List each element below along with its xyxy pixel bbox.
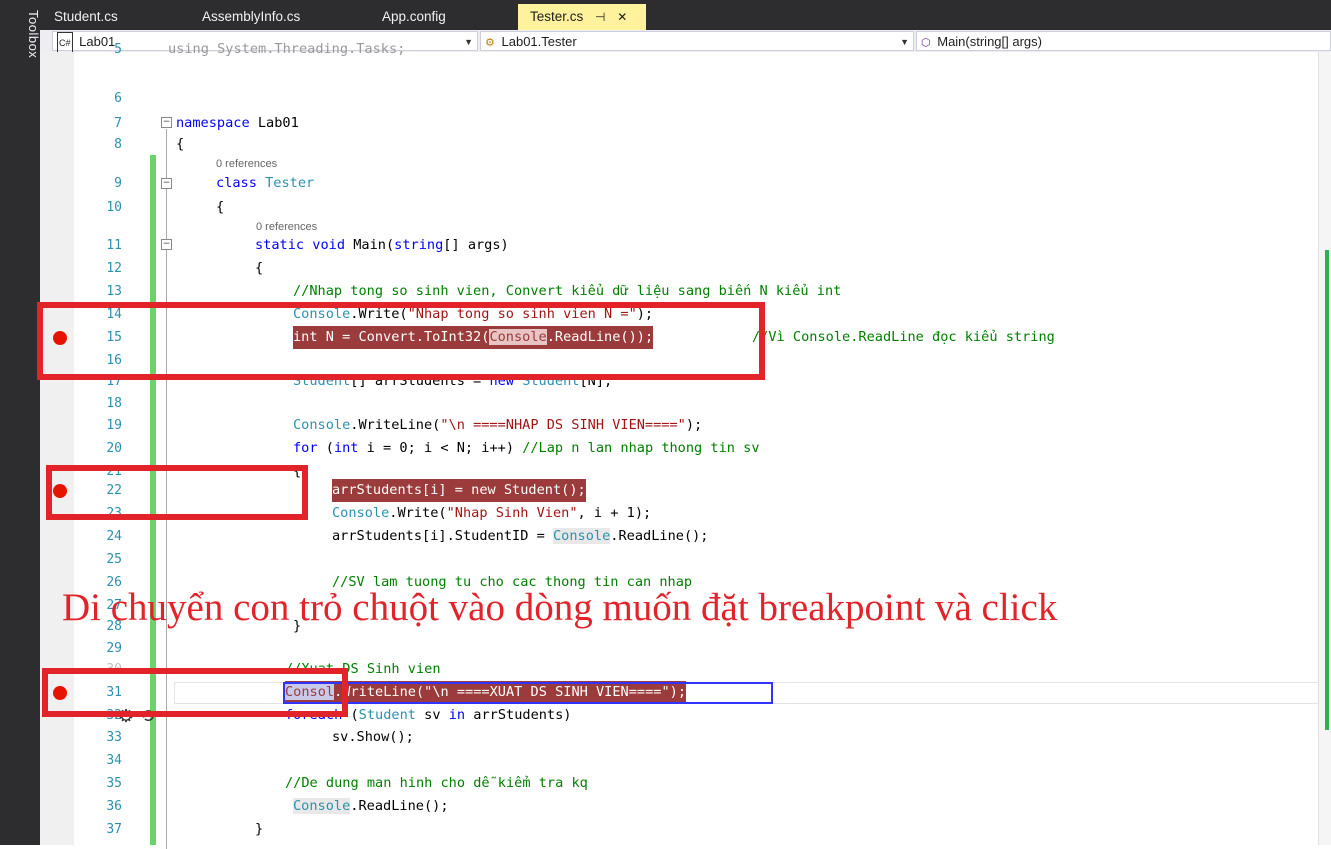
- code-line[interactable]: 18: [40, 392, 1320, 415]
- code-line[interactable]: 10 {: [40, 196, 1320, 219]
- close-icon[interactable]: ✕: [617, 4, 627, 30]
- code-editor[interactable]: − − − 5 using System.Threading.Tasks; 6 …: [40, 41, 1331, 849]
- code-lines: 5 using System.Threading.Tasks; 6 7 name…: [40, 41, 1331, 845]
- code-line[interactable]: 20 for (int i = 0; i < N; i++) //Lap n l…: [40, 437, 1320, 460]
- code-line[interactable]: 12 {: [40, 257, 1320, 280]
- tab-tester-cs[interactable]: Tester.cs ⊣ ✕: [518, 4, 646, 30]
- toolbox-panel[interactable]: Toolbox: [12, 0, 41, 845]
- code-line[interactable]: 33 sv.Show();: [40, 726, 1320, 749]
- code-line[interactable]: 19 Console.WriteLine("\n ====NHAP DS SIN…: [40, 414, 1320, 437]
- window-border: [0, 0, 12, 845]
- toolbox-label[interactable]: Toolbox: [26, 10, 41, 58]
- code-line[interactable]: 29: [40, 637, 1320, 660]
- vertical-scrollbar[interactable]: [1318, 52, 1331, 845]
- code-line[interactable]: 7 namespace Lab01: [40, 112, 1320, 135]
- code-line[interactable]: 34: [40, 749, 1320, 772]
- pin-icon[interactable]: ⊣: [595, 4, 605, 30]
- code-line[interactable]: 36 Console.ReadLine();: [40, 795, 1320, 818]
- code-line[interactable]: 5 using System.Threading.Tasks;: [40, 38, 1320, 61]
- code-line[interactable]: 11 static void Main(string[] args): [40, 234, 1320, 257]
- annotation-box-line31: [42, 668, 348, 717]
- tab-assemblyinfo-cs[interactable]: AssemblyInfo.cs: [190, 4, 312, 30]
- scrollbar-change-marker: [1325, 250, 1329, 730]
- document-tab-bar: Student.cs AssemblyInfo.cs App.config Te…: [40, 0, 1331, 30]
- codelens-references[interactable]: 0 references: [256, 219, 317, 235]
- code-line[interactable]: 9 class Tester: [40, 172, 1320, 195]
- code-line[interactable]: 25: [40, 548, 1320, 571]
- code-line[interactable]: 37 }: [40, 818, 1320, 841]
- code-line[interactable]: 8 {: [40, 133, 1320, 156]
- hover-selection-box: [283, 682, 773, 704]
- tab-app-config[interactable]: App.config: [370, 4, 458, 30]
- code-line[interactable]: 13 //Nhap tong so sinh vien, Convert kiể…: [40, 280, 1320, 303]
- code-line[interactable]: 24 arrStudents[i].StudentID = Console.Re…: [40, 525, 1320, 548]
- instruction-caption: Di chuyển con trỏ chuột vào dòng muốn đặ…: [62, 586, 1058, 629]
- annotation-box-line15: [37, 302, 765, 380]
- code-line[interactable]: 35 //De dung man hinh cho dễ kiểm tra kq: [40, 772, 1320, 795]
- codelens-references[interactable]: 0 references: [216, 156, 277, 172]
- tab-student-cs[interactable]: Student.cs: [42, 4, 130, 30]
- annotation-box-line22: [46, 465, 308, 520]
- code-line[interactable]: 6: [40, 87, 1320, 110]
